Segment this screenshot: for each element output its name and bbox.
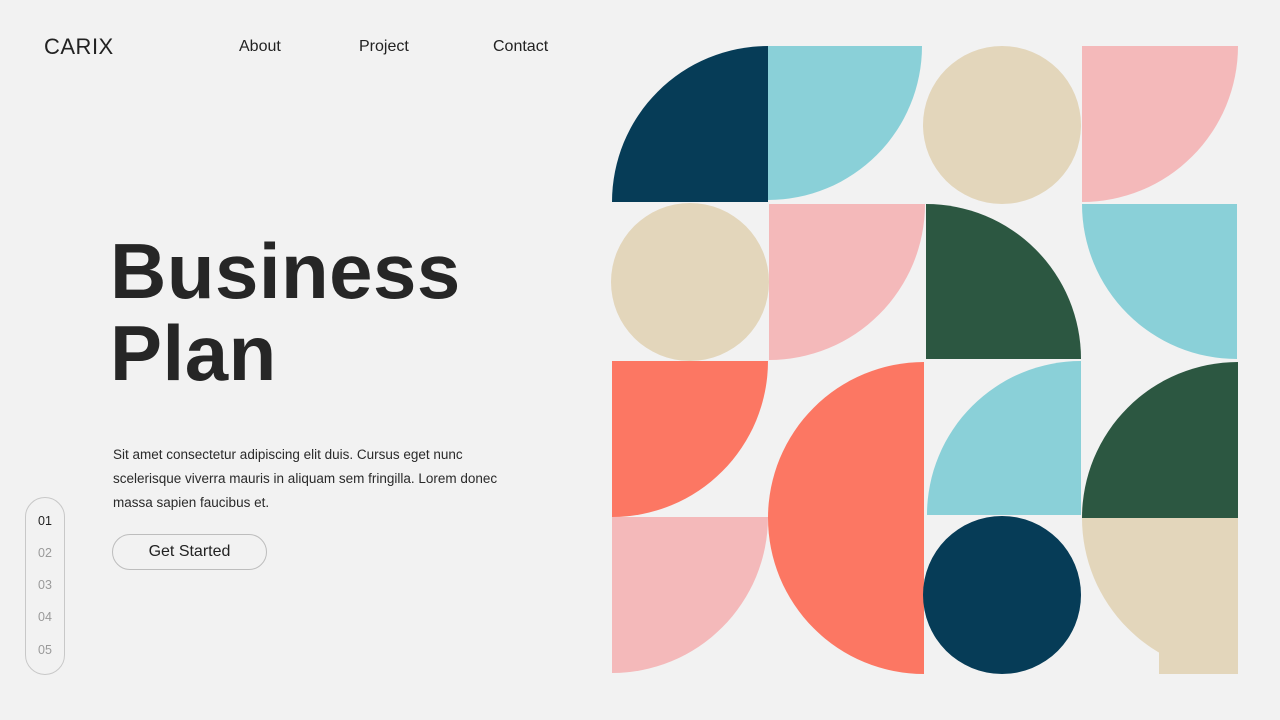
- sand-circle: [923, 46, 1081, 204]
- pink-quarter-circle: [1082, 46, 1238, 202]
- teal-quarter-circle: [927, 361, 1081, 515]
- coral-quarter-circle: [612, 361, 768, 517]
- teal-quarter-circle: [1082, 204, 1237, 359]
- coral-half-circle: [768, 362, 924, 674]
- forest-quarter-circle: [926, 204, 1081, 359]
- pink-quarter-circle: [612, 517, 768, 673]
- navy-quarter-circle: [612, 46, 768, 202]
- sand-circle: [611, 203, 769, 361]
- forest-quarter-circle: [1082, 362, 1238, 518]
- sand-square: [1159, 518, 1238, 674]
- navy-circle: [923, 516, 1081, 674]
- geometric-artwork: [611, 46, 1238, 674]
- teal-quarter-circle: [768, 46, 922, 200]
- pink-quarter-circle: [769, 204, 925, 360]
